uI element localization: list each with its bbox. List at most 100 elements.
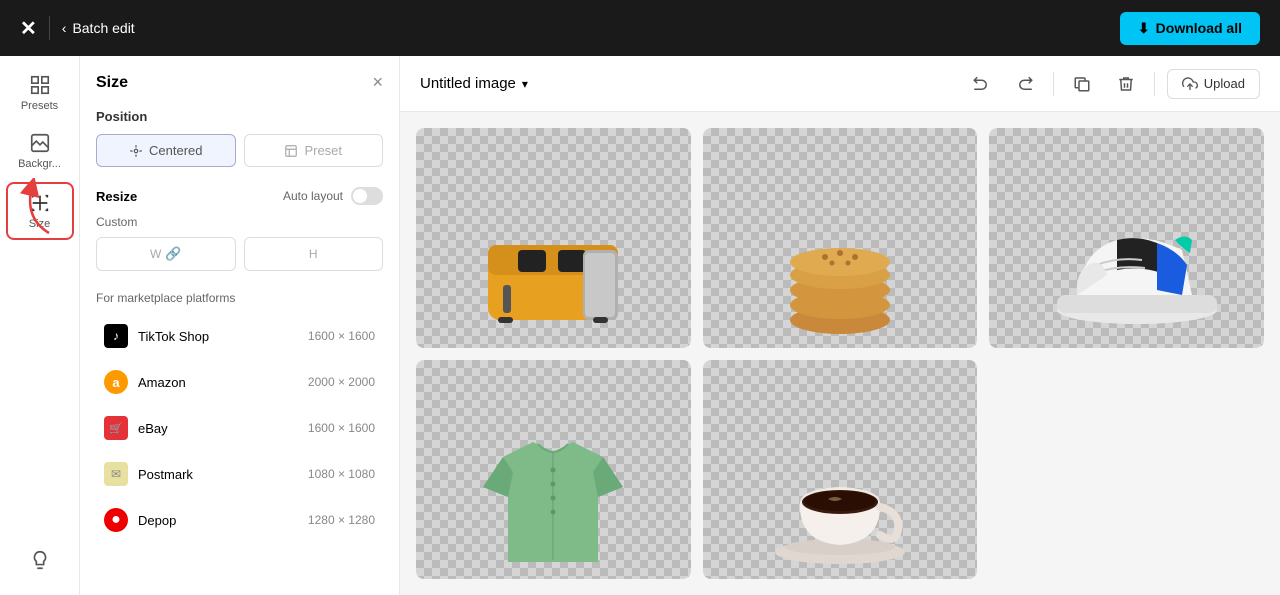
auto-layout-toggle[interactable] (351, 187, 383, 205)
wh-inputs: W 🔗 H (96, 237, 383, 271)
platform-tiktok[interactable]: ♪ TikTok Shop 1600 × 1600 (96, 315, 383, 357)
undo-button[interactable] (965, 68, 997, 100)
auto-layout-toggle-row: Auto layout (283, 187, 383, 205)
content-toolbar: Untitled image ▾ (400, 56, 1280, 112)
amazon-icon: a (104, 370, 128, 394)
duplicate-icon (1073, 75, 1091, 93)
panel-header: Size × (96, 72, 383, 93)
tiktok-name: TikTok Shop (138, 329, 308, 344)
main-layout: Presets Backgr... Size Size (0, 56, 1280, 595)
ebay-icon: 🛒 (104, 416, 128, 440)
image-cell-2 (703, 128, 978, 348)
preset-button[interactable]: Preset (244, 134, 384, 167)
shirt-product (473, 402, 633, 579)
redo-button[interactable] (1009, 68, 1041, 100)
height-input-container[interactable]: H (244, 237, 384, 271)
back-button[interactable]: ‹ Batch edit (62, 20, 135, 36)
image-card-4[interactable]: 04-Shopee 1080 × 1080px (416, 360, 691, 580)
upload-button[interactable]: Upload (1167, 69, 1260, 99)
image-cell-3 (989, 128, 1264, 348)
app-logo: ✕ (20, 16, 37, 41)
auto-layout-label: Auto layout (283, 189, 343, 203)
back-arrow-icon: ‹ (62, 20, 67, 36)
image-title: Untitled image (420, 75, 516, 92)
size-panel: Size × Position Centered Preset Resize (80, 56, 400, 595)
image-card-1[interactable]: 01-Shopee 1080 × 1080px (416, 128, 691, 348)
depop-icon: ● (104, 508, 128, 532)
amazon-name: Amazon (138, 375, 308, 390)
download-icon: ⬇ (1138, 20, 1150, 37)
upload-label: Upload (1204, 76, 1245, 91)
presets-icon (29, 74, 51, 96)
panel-title: Size (96, 74, 128, 92)
position-label: Position (96, 109, 383, 124)
toaster-product (463, 185, 643, 345)
size-icon (29, 192, 51, 214)
background-label: Backgr... (18, 158, 61, 170)
image-cell-5 (703, 360, 978, 580)
ebay-size: 1600 × 1600 (308, 421, 375, 435)
position-buttons: Centered Preset (96, 134, 383, 167)
sidebar-bottom (6, 541, 74, 595)
depop-size: 1280 × 1280 (308, 513, 375, 527)
amazon-size: 2000 × 2000 (308, 375, 375, 389)
image-card-3[interactable]: 03-Shopee 1080 × 1080px (989, 128, 1264, 348)
platform-ebay[interactable]: 🛒 eBay 1600 × 1600 (96, 407, 383, 449)
platform-postmark[interactable]: ✉ Postmark 1080 × 1080 (96, 453, 383, 495)
panel-close-button[interactable]: × (372, 72, 383, 93)
marketplace-label: For marketplace platforms (96, 291, 383, 305)
toolbar-actions: Upload (965, 68, 1260, 100)
toolbar-divider (1053, 72, 1054, 96)
resize-row: Resize Auto layout (96, 187, 383, 205)
tiktok-icon: ♪ (104, 324, 128, 348)
delete-button[interactable] (1110, 68, 1142, 100)
width-label: W (150, 247, 161, 261)
sneaker-product (1027, 185, 1227, 345)
image-cell-1 (416, 128, 691, 348)
topbar: ✕ ‹ Batch edit ⬇ Download all (0, 0, 1280, 56)
chevron-down-icon: ▾ (522, 77, 528, 91)
toggle-knob (353, 189, 367, 203)
postmark-icon: ✉ (104, 462, 128, 486)
ebay-name: eBay (138, 421, 308, 436)
tiktok-size: 1600 × 1600 (308, 329, 375, 343)
background-icon (29, 132, 51, 154)
undo-icon (972, 75, 990, 93)
custom-label: Custom (96, 215, 383, 229)
sidebar-item-size[interactable]: Size (6, 182, 74, 240)
sidebar-icons: Presets Backgr... Size (0, 56, 80, 595)
preset-icon (284, 144, 298, 158)
sidebar-item-background[interactable]: Backgr... (6, 124, 74, 178)
hint-button[interactable] (6, 541, 74, 579)
bulb-icon (29, 549, 51, 571)
presets-label: Presets (21, 100, 58, 112)
coffee-product (760, 417, 920, 577)
image-card-5[interactable]: 05-Shopee 1080 × 1080px (703, 360, 978, 580)
trash-icon (1117, 75, 1135, 93)
toolbar-divider-2 (1154, 72, 1155, 96)
resize-label: Resize (96, 189, 137, 204)
height-label: H (309, 247, 318, 261)
depop-name: Depop (138, 513, 308, 528)
link-icon: 🔗 (165, 246, 181, 262)
image-card-2[interactable]: 02-Shopee 1080 × 1080px (703, 128, 978, 348)
cookies-product (760, 185, 920, 345)
title-dropdown[interactable]: Untitled image ▾ (420, 75, 528, 92)
download-all-button[interactable]: ⬇ Download all (1120, 12, 1260, 45)
content-area: Untitled image ▾ (400, 56, 1280, 595)
width-input-container[interactable]: W 🔗 (96, 237, 236, 271)
center-icon (129, 144, 143, 158)
image-grid: 01-Shopee 1080 × 1080px (400, 112, 1280, 595)
postmark-size: 1080 × 1080 (308, 467, 375, 481)
platform-depop[interactable]: ● Depop 1280 × 1280 (96, 499, 383, 541)
duplicate-button[interactable] (1066, 68, 1098, 100)
platform-amazon[interactable]: a Amazon 2000 × 2000 (96, 361, 383, 403)
sidebar-item-presets[interactable]: Presets (6, 66, 74, 120)
upload-icon (1182, 76, 1198, 92)
marketplace-list: ♪ TikTok Shop 1600 × 1600 a Amazon 2000 … (96, 315, 383, 541)
redo-icon (1016, 75, 1034, 93)
image-cell-4 (416, 360, 691, 580)
topbar-title: Batch edit (72, 20, 134, 36)
topbar-divider (49, 16, 50, 40)
centered-button[interactable]: Centered (96, 134, 236, 167)
